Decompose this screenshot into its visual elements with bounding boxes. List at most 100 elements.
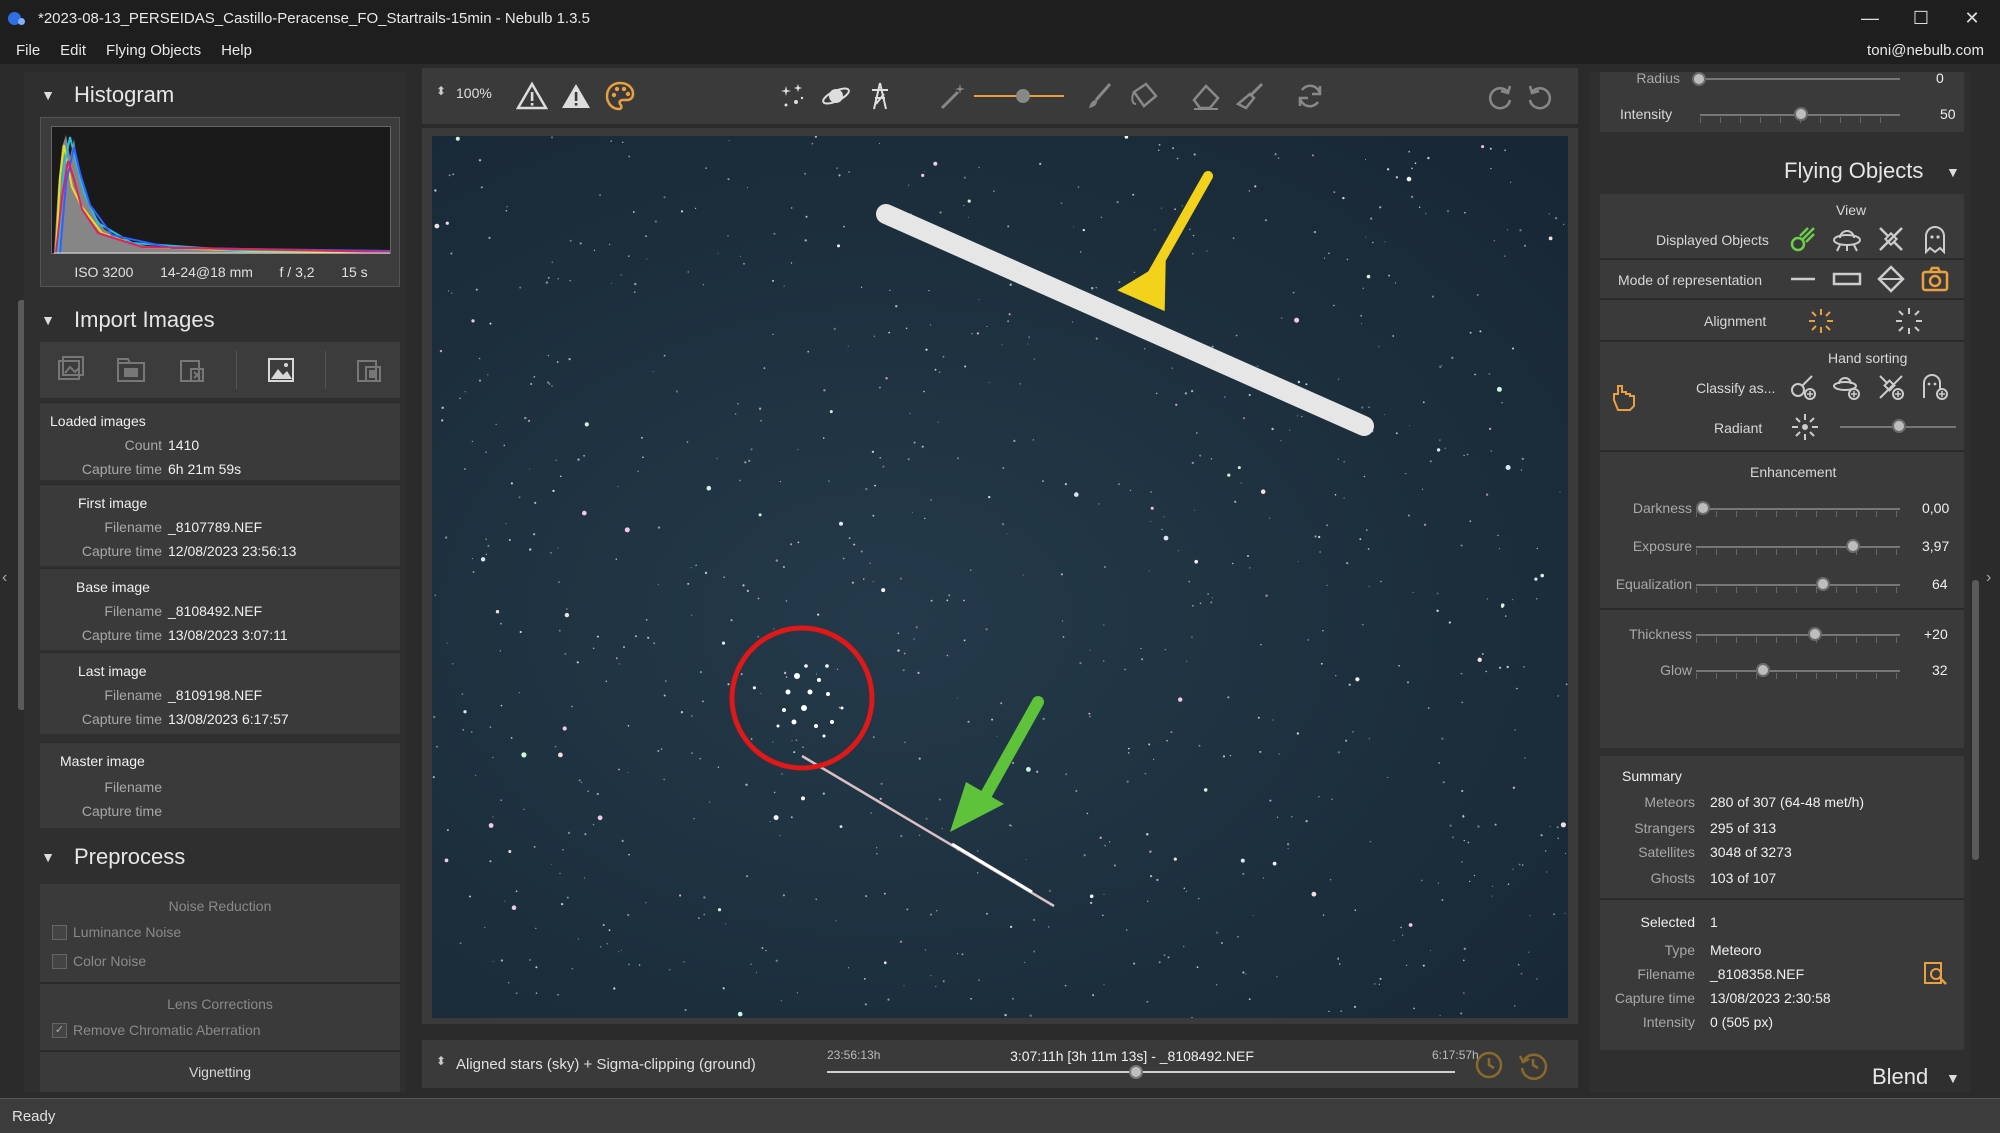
planet-icon[interactable]: [818, 78, 854, 114]
minimize-button[interactable]: —: [1842, 0, 1898, 36]
locate-object-icon[interactable]: [1918, 956, 1952, 990]
last-image-title: Last image: [78, 663, 147, 679]
color-palette-icon[interactable]: [602, 78, 638, 114]
luminance-noise-checkbox[interactable]: Luminance Noise: [52, 924, 181, 940]
menu-file[interactable]: File: [6, 42, 50, 59]
mode-stepper-icon[interactable]: ⬍: [436, 1054, 446, 1068]
checkbox-icon[interactable]: [52, 924, 67, 940]
radius-slider[interactable]: [1700, 78, 1900, 80]
classify-meteor-icon[interactable]: [1786, 370, 1820, 404]
import-images-header[interactable]: ▼ Import Images: [24, 297, 406, 343]
broom-icon[interactable]: [1232, 78, 1268, 114]
darkness-label: Darkness: [1632, 500, 1692, 516]
stars-icon[interactable]: [774, 78, 810, 114]
checkbox-icon[interactable]: [52, 953, 67, 969]
diamond-mode-icon[interactable]: [1874, 262, 1908, 296]
meteor-filter-icon[interactable]: [1786, 222, 1820, 256]
radiant-label: Radiant: [1714, 420, 1763, 436]
menu-edit[interactable]: Edit: [50, 42, 96, 59]
glow-slider[interactable]: [1696, 670, 1900, 672]
first-image-group: First image Filename _8107789.NEF Captur…: [40, 484, 400, 566]
history-icon[interactable]: [1516, 1048, 1550, 1082]
darkness-thumb[interactable]: [1696, 501, 1710, 515]
capture-time-value: 6h 21m 59s: [168, 461, 242, 477]
zoom-stepper-icon[interactable]: ⬍: [436, 84, 446, 98]
stacking-mode[interactable]: Aligned stars (sky) + Sigma-clipping (gr…: [456, 1056, 756, 1073]
align-scatter-icon[interactable]: [1892, 304, 1926, 338]
close-button[interactable]: ✕: [1944, 0, 2000, 36]
add-folder-icon[interactable]: [114, 353, 148, 387]
highlight-circle: [729, 625, 875, 771]
pleiades-cluster: [776, 664, 844, 738]
camera-mode-icon[interactable]: [1918, 262, 1952, 296]
collapse-triangle-icon[interactable]: ▼: [34, 312, 62, 328]
line-mode-icon[interactable]: [1786, 262, 1820, 296]
hand-pointer-icon[interactable]: [1606, 380, 1640, 414]
collapse-triangle-icon[interactable]: ▼: [34, 87, 62, 103]
refresh-icon[interactable]: [1292, 78, 1328, 114]
collapse-right-icon[interactable]: ›: [1986, 569, 1991, 587]
brush-icon[interactable]: [1082, 78, 1118, 114]
darkness-slider[interactable]: [1696, 508, 1900, 510]
align-radiant-icon[interactable]: [1804, 304, 1838, 338]
glow-label: Glow: [1660, 662, 1692, 678]
radiant-thumb[interactable]: [1892, 419, 1906, 433]
eraser-icon[interactable]: [1188, 78, 1224, 114]
redo-icon[interactable]: [1482, 78, 1518, 114]
maximize-button[interactable]: ☐: [1893, 0, 1949, 36]
master-image-icon[interactable]: [352, 353, 386, 387]
thickness-slider[interactable]: [1696, 634, 1900, 636]
sky-image[interactable]: [432, 136, 1568, 1018]
brush-size-thumb[interactable]: [1016, 89, 1030, 103]
collapse-triangle-icon[interactable]: ▼: [34, 849, 62, 865]
menu-help[interactable]: Help: [211, 42, 262, 59]
warning-filled-icon[interactable]: [558, 78, 594, 114]
right-splitter[interactable]: ›: [1982, 64, 2000, 1092]
satellite-filter-icon[interactable]: [1874, 222, 1908, 256]
histogram-header[interactable]: ▼ Histogram: [24, 72, 406, 118]
hand-sorting-title: Hand sorting: [1828, 350, 1908, 366]
intensity-thumb[interactable]: [1794, 107, 1808, 121]
equalization-value: 64: [1932, 576, 1948, 592]
tower-icon[interactable]: [862, 78, 898, 114]
equalization-thumb[interactable]: [1816, 577, 1830, 591]
color-noise-checkbox[interactable]: Color Noise: [52, 953, 146, 969]
thickness-thumb[interactable]: [1808, 627, 1822, 641]
menu-flying-objects[interactable]: Flying Objects: [96, 42, 211, 59]
exposure-thumb[interactable]: [1846, 539, 1860, 553]
collapse-triangle-icon[interactable]: ▼: [1946, 1070, 1960, 1086]
filename-label: Filename: [104, 687, 162, 703]
remove-images-icon[interactable]: [175, 353, 209, 387]
undo-icon[interactable]: [1522, 78, 1558, 114]
collapse-left-icon[interactable]: ‹: [2, 569, 7, 587]
radius-thumb[interactable]: [1692, 72, 1706, 86]
bucket-icon[interactable]: [1126, 78, 1162, 114]
preprocess-header[interactable]: ▼ Preprocess: [24, 834, 406, 880]
warning-outline-icon[interactable]: [514, 78, 550, 114]
clock-icon[interactable]: [1472, 1048, 1506, 1082]
chromatic-aberration-checkbox[interactable]: ✓ Remove Chromatic Aberration: [52, 1022, 261, 1038]
box-mode-icon[interactable]: [1830, 262, 1864, 296]
ghost-filter-icon[interactable]: [1918, 222, 1952, 256]
collapse-triangle-icon[interactable]: ▼: [1946, 164, 1960, 180]
toolbar-divider: [235, 351, 237, 389]
radiant-icon[interactable]: [1788, 410, 1822, 444]
exposure-time-value: 15 s: [341, 264, 368, 280]
add-images-icon[interactable]: [53, 353, 87, 387]
classify-satellite-icon[interactable]: [1874, 370, 1908, 404]
right-scrollbar-thumb[interactable]: [1972, 580, 1979, 860]
checkmark-icon[interactable]: ✓: [52, 1022, 67, 1038]
ufo-filter-icon[interactable]: [1830, 222, 1864, 256]
glow-thumb[interactable]: [1756, 663, 1770, 677]
zoom-level[interactable]: 100%: [456, 85, 492, 101]
base-image-icon[interactable]: [264, 353, 298, 387]
classify-ufo-icon[interactable]: [1830, 370, 1864, 404]
classify-ghost-icon[interactable]: [1918, 370, 1952, 404]
user-account[interactable]: toni@nebulb.com: [1867, 42, 1984, 59]
equalization-slider[interactable]: [1696, 584, 1900, 586]
exposure-slider[interactable]: [1696, 546, 1900, 548]
magic-wand-icon[interactable]: [934, 78, 970, 114]
timeline-thumb[interactable]: [1128, 1065, 1143, 1079]
satellite-trail[interactable]: [876, 204, 1374, 436]
meteor-core: [951, 842, 1033, 894]
